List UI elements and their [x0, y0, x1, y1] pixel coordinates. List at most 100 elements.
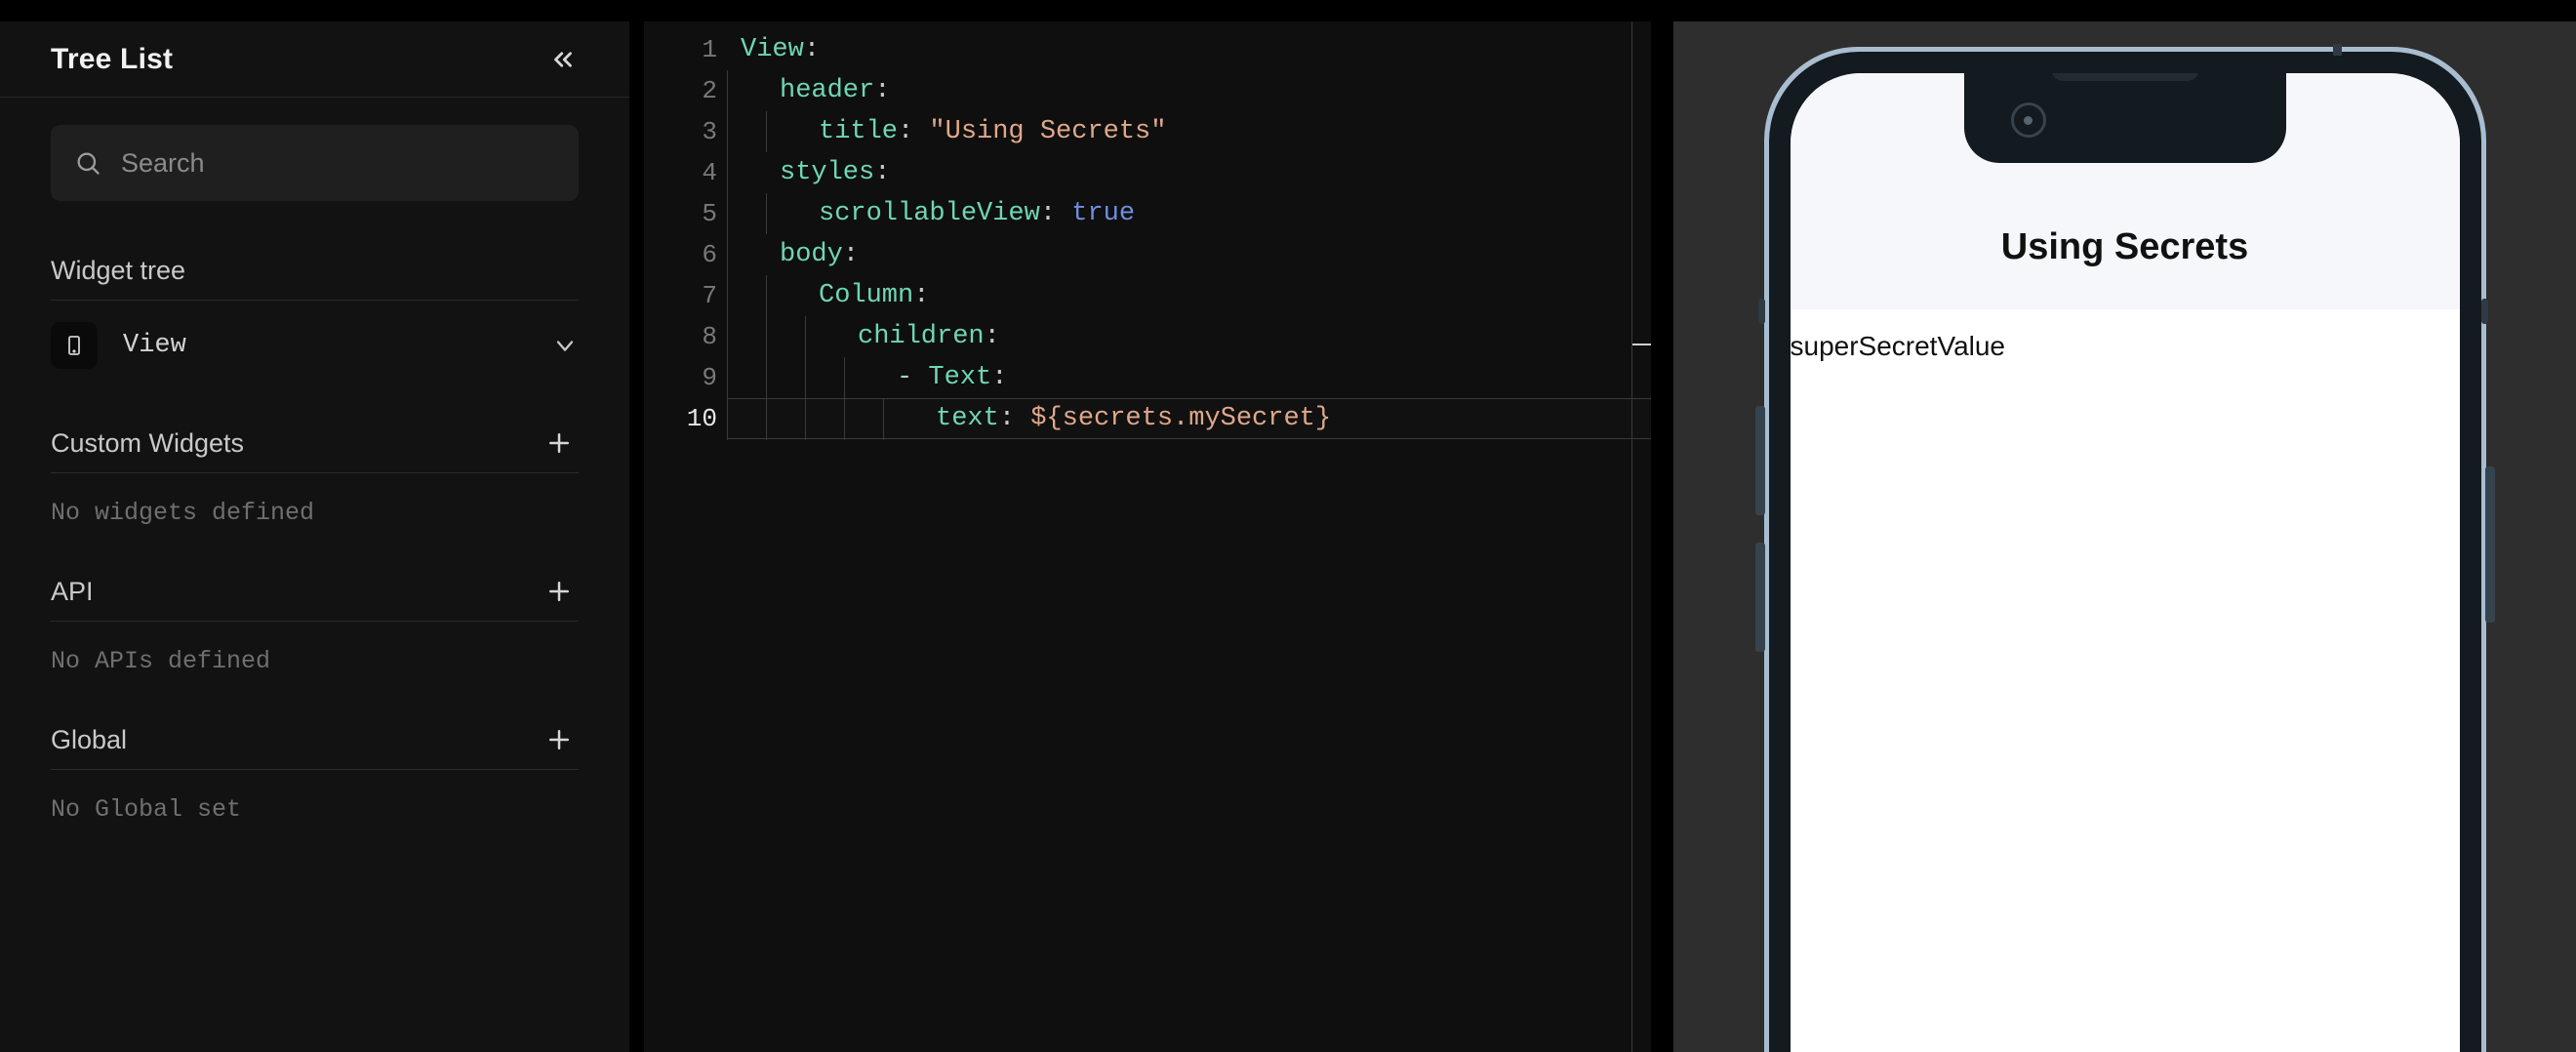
code-line-content[interactable]: scrollableView: true — [727, 193, 1651, 234]
code-token: : — [803, 35, 821, 64]
empty-state-custom-widgets: No widgets defined — [51, 499, 315, 527]
line-number: 8 — [702, 322, 717, 351]
code-line[interactable]: 4 styles: — [644, 152, 1651, 193]
code-token: : — [898, 117, 930, 146]
phone-screen: Using Secrets superSecretValue — [1790, 73, 2460, 1052]
indent-guides — [727, 70, 766, 111]
plus-icon[interactable] — [540, 572, 579, 611]
section-header: Global — [51, 720, 579, 770]
power-button[interactable] — [2484, 466, 2495, 623]
code-token: text — [936, 404, 999, 433]
indent-guide — [727, 357, 766, 398]
mute-switch-button[interactable] — [1757, 299, 1765, 324]
sidebar-editor-divider — [629, 21, 644, 1052]
empty-state-api: No APIs defined — [51, 647, 271, 675]
search-box[interactable] — [51, 125, 579, 201]
code-lines-container[interactable]: 1 View: 2 header: 3 title: "Using Secrets" 4 st… — [644, 21, 1651, 440]
code-token: - — [897, 363, 929, 392]
plus-icon[interactable] — [540, 720, 579, 759]
code-line[interactable]: 9 - Text: — [644, 357, 1651, 398]
line-number: 2 — [702, 76, 717, 105]
code-line[interactable]: 8 children: — [644, 316, 1651, 357]
code-token: : — [874, 158, 891, 187]
code-token: header — [780, 76, 875, 105]
line-number: 9 — [702, 363, 717, 392]
code-line-content[interactable]: header: — [727, 70, 1651, 111]
line-number: 3 — [702, 117, 717, 146]
code-token: title — [819, 117, 899, 146]
indent-guide — [727, 152, 766, 193]
code-line[interactable]: 5 scrollableView: true — [644, 193, 1651, 234]
indent-guides — [727, 193, 805, 234]
section-label-global: Global — [51, 725, 128, 754]
code-line-content[interactable]: body: — [727, 234, 1651, 275]
code-token: : — [998, 404, 1031, 433]
code-line[interactable]: 1 View: — [644, 29, 1651, 70]
code-line-content[interactable]: children: — [727, 316, 1651, 357]
code-text: title: "Using Secrets" — [805, 117, 1166, 146]
editor-right-rule — [1631, 21, 1632, 1052]
sidebar-header: Tree List — [0, 21, 629, 98]
speaker-grille-icon — [2051, 73, 2198, 81]
indent-guide — [844, 399, 883, 440]
section-label-custom-widgets: Custom Widgets — [51, 428, 245, 458]
code-line-content[interactable]: title: "Using Secrets" — [727, 111, 1651, 152]
search-input[interactable] — [121, 147, 555, 179]
code-line[interactable]: 6 body: — [644, 234, 1651, 275]
code-text: Column: — [805, 281, 929, 310]
code-token: : — [913, 281, 930, 310]
indent-guide — [766, 316, 805, 357]
code-text: styles: — [766, 158, 890, 187]
code-token: : — [1039, 199, 1072, 228]
section-header: Widget tree — [51, 256, 579, 301]
section-label-api: API — [51, 577, 94, 606]
chevron-down-icon[interactable] — [551, 332, 579, 359]
top-chrome-bar — [0, 0, 2576, 21]
line-number: 4 — [702, 158, 717, 187]
code-text: children: — [844, 322, 1000, 351]
indent-guides — [727, 399, 922, 440]
code-token: styles — [780, 158, 875, 187]
fold-indicator[interactable] — [1631, 344, 1651, 345]
tree-item-view[interactable]: View — [51, 301, 579, 369]
code-token: Column — [819, 281, 914, 310]
code-token: View — [741, 35, 804, 64]
phone-notch — [1963, 73, 2286, 163]
sidebar-content: Widget tree View — [0, 98, 629, 1052]
code-line[interactable]: 7 Column: — [644, 275, 1651, 316]
indent-guide — [727, 275, 766, 316]
code-token: Text — [928, 363, 992, 392]
code-token: ${secrets.mySecret} — [1030, 404, 1332, 433]
code-line[interactable]: 2 header: — [644, 70, 1651, 111]
indent-guides — [727, 111, 805, 152]
volume-down-button[interactable] — [1754, 543, 1765, 652]
section-custom-widgets: Custom Widgets No widgets defined — [0, 424, 629, 527]
right-antenna-band — [2480, 299, 2488, 324]
code-token: : — [874, 76, 891, 105]
indent-guide — [805, 357, 844, 398]
section-widget-tree: Widget tree View — [0, 256, 629, 369]
code-line-content[interactable]: View: — [727, 29, 1651, 70]
indent-guides — [727, 357, 883, 398]
code-line-content[interactable]: styles: — [727, 152, 1651, 193]
code-line[interactable]: 3 title: "Using Secrets" — [644, 111, 1651, 152]
plus-icon[interactable] — [540, 424, 579, 463]
code-line-content[interactable]: text: ${secrets.mySecret} — [727, 398, 1651, 440]
code-line[interactable]: 10 text: ${secrets.mySecret} — [644, 398, 1651, 440]
yaml-code-editor[interactable]: 1 View: 2 header: 3 title: "Using Secrets" 4 st… — [644, 21, 1651, 1052]
indent-guide — [727, 234, 766, 275]
phone-frame: Using Secrets superSecretValue — [1768, 52, 2481, 1052]
tree-list-sidebar: Tree List Search Widget tree View Custom… — [0, 21, 629, 1052]
chevrons-left-icon[interactable] — [536, 32, 590, 87]
indent-guide — [766, 399, 805, 440]
code-line-content[interactable]: Column: — [727, 275, 1651, 316]
indent-guide — [844, 357, 883, 398]
device-preview-panel: Using Secrets superSecretValue — [1673, 21, 2576, 1052]
antenna-line — [2332, 44, 2342, 56]
code-token: true — [1071, 199, 1136, 228]
code-line-content[interactable]: - Text: — [727, 357, 1651, 398]
code-token: : — [842, 240, 860, 269]
volume-up-button[interactable] — [1754, 406, 1765, 515]
code-text: text: ${secrets.mySecret} — [922, 404, 1331, 433]
code-text: View: — [727, 35, 820, 64]
